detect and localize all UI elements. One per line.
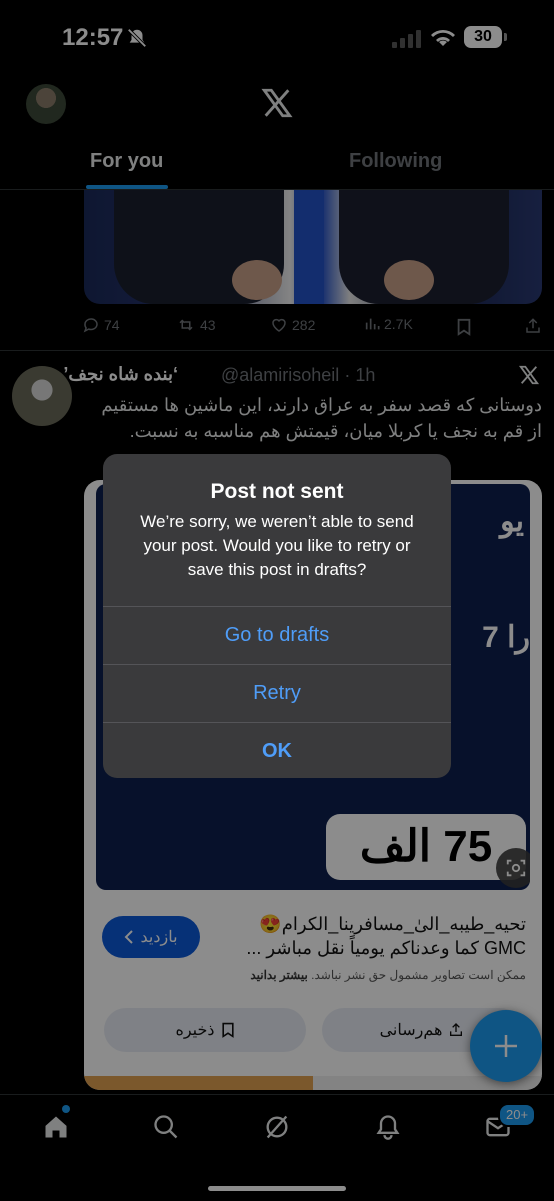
alert-message: We’re sorry, we weren’t able to send you… — [140, 512, 414, 579]
retry-button[interactable]: Retry — [103, 664, 451, 722]
alert-title: Post not sent — [210, 480, 344, 503]
ok-button[interactable]: OK — [103, 722, 451, 778]
alert-dialog: Post not sent We’re sorry, we weren’t ab… — [103, 454, 451, 778]
go-to-drafts-button[interactable]: Go to drafts — [103, 606, 451, 664]
